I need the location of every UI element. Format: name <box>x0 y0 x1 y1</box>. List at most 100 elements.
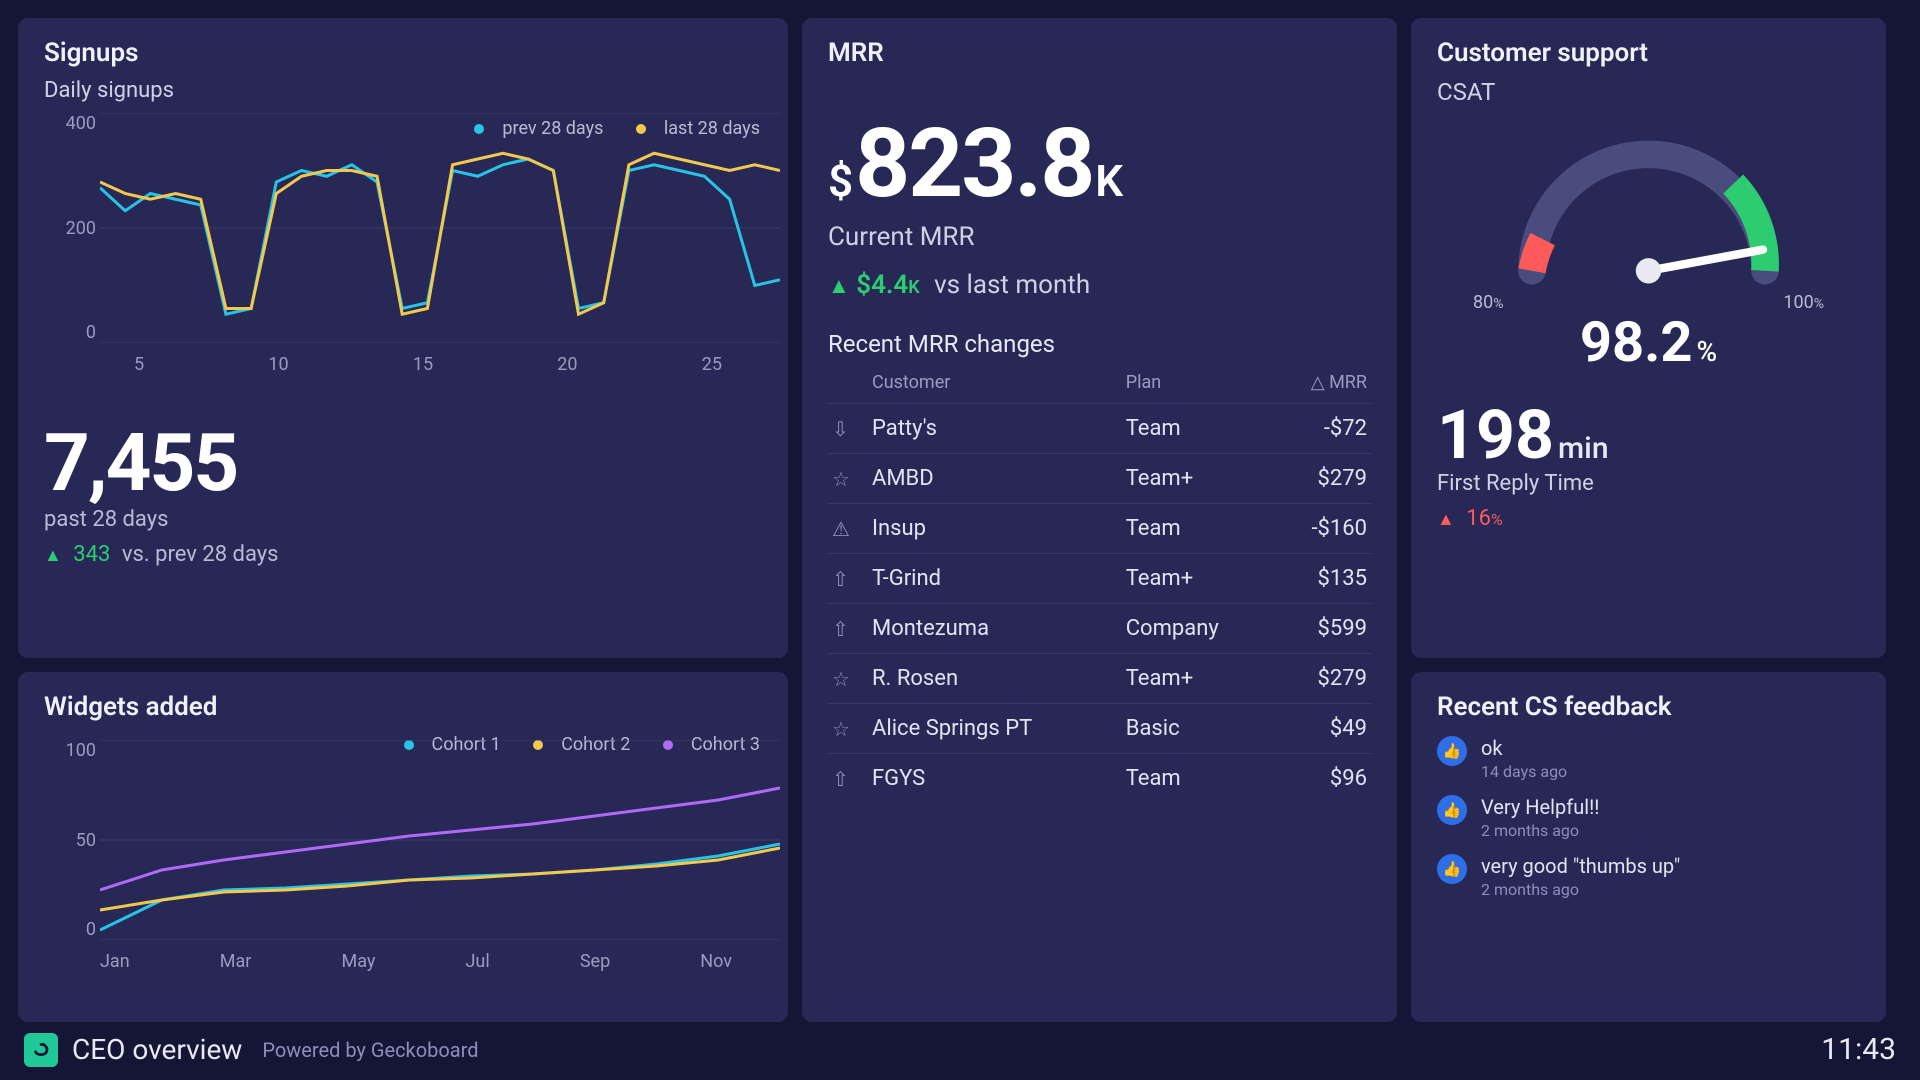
row-status-icon: ⇧ <box>828 554 868 604</box>
gauge-max: 100 <box>1783 292 1813 313</box>
csat-gauge <box>1437 112 1860 292</box>
y-tick: 0 <box>54 919 96 940</box>
row-plan: Team+ <box>1122 454 1274 504</box>
mrr-currency: $ <box>828 155 853 207</box>
row-plan: Team <box>1122 754 1274 804</box>
feedback-time: 14 days ago <box>1481 762 1567 781</box>
frt-block: 198min First Reply Time ▲ 16% <box>1437 401 1860 531</box>
y-tick: 0 <box>54 322 96 343</box>
row-delta: $599 <box>1274 604 1371 654</box>
pct-icon: % <box>1493 296 1503 312</box>
feedback-text: Very Helpful!! <box>1481 795 1599 819</box>
x-tick: 20 <box>557 354 577 375</box>
row-delta: -$160 <box>1274 504 1371 554</box>
csat-label: CSAT <box>1437 78 1860 106</box>
frt-delta: ▲ 16% <box>1437 506 1860 531</box>
row-plan: Team <box>1122 504 1274 554</box>
x-tick: Mar <box>220 951 252 972</box>
up-arrow-icon: ▲ <box>44 545 62 566</box>
table-row: ⇧MontezumaCompany$599 <box>828 604 1371 654</box>
table-row: ⚠InsupTeam-$160 <box>828 504 1371 554</box>
x-tick: 15 <box>413 354 433 375</box>
y-tick: 200 <box>54 218 96 239</box>
list-item: 👍very good "thumbs up"2 months ago <box>1437 854 1860 899</box>
mrr-delta: ▲ $4.4K vs last month <box>828 270 1371 300</box>
table-row: ☆Alice Springs PTBasic$49 <box>828 704 1371 754</box>
widgets-chart <box>100 740 780 940</box>
frt-delta-val: 16 <box>1466 506 1491 531</box>
col-delta: △ MRR <box>1274 366 1371 404</box>
row-customer: Insup <box>868 504 1122 554</box>
row-status-icon: ⇩ <box>828 404 868 454</box>
mrr-title: MRR <box>828 38 1371 68</box>
customer-support-panel: Customer support CSAT 80% 100% 98.2% 198… <box>1411 18 1886 658</box>
mrr-delta-suf: K <box>908 277 919 298</box>
mrr-delta-rest: vs last month <box>934 270 1090 300</box>
signups-total: 7,455 <box>44 423 762 503</box>
up-arrow-icon: ▲ <box>828 274 850 299</box>
col-plan: Plan <box>1122 366 1274 404</box>
frt-delta-suf: % <box>1491 510 1503 529</box>
row-delta: $96 <box>1274 754 1371 804</box>
row-status-icon: ⇧ <box>828 754 868 804</box>
signups-chart-title: Daily signups <box>44 78 762 103</box>
gauge-min: 80 <box>1473 292 1493 313</box>
row-customer: FGYS <box>868 754 1122 804</box>
row-plan: Basic <box>1122 704 1274 754</box>
cs-title: Customer support <box>1437 38 1860 68</box>
table-row: ☆AMBDTeam+$279 <box>828 454 1371 504</box>
x-tick: Jan <box>100 951 130 972</box>
mrr-panel: MRR $ 823.8 K Current MRR ▲ $4.4K vs las… <box>802 18 1397 1022</box>
mrr-suffix: K <box>1095 155 1123 207</box>
feedback-title: Recent CS feedback <box>1437 692 1860 722</box>
row-plan: Company <box>1122 604 1274 654</box>
table-row: ⇧T-GrindTeam+$135 <box>828 554 1371 604</box>
y-tick: 50 <box>54 830 96 851</box>
row-status-icon: ⇧ <box>828 604 868 654</box>
feedback-panel: Recent CS feedback 👍ok14 days ago👍 Very H… <box>1411 672 1886 1022</box>
signups-chart <box>100 113 780 343</box>
table-row: ⇧FGYSTeam$96 <box>828 754 1371 804</box>
frt-label: First Reply Time <box>1437 471 1860 496</box>
list-item: 👍Very Helpful!!2 months ago <box>1437 795 1860 840</box>
row-customer: T-Grind <box>868 554 1122 604</box>
feedback-text: very good "thumbs up" <box>1481 854 1680 878</box>
x-tick: Nov <box>700 951 732 972</box>
mrr-label: Current MRR <box>828 222 1371 252</box>
thumbs-up-icon: 👍 <box>1437 736 1467 766</box>
row-customer: AMBD <box>868 454 1122 504</box>
row-status-icon: ☆ <box>828 654 868 704</box>
signups-delta: ▲ 343 vs. prev 28 days <box>44 542 762 567</box>
signups-title: Signups <box>44 38 762 68</box>
widgets-panel: Widgets added Cohort 1 Cohort 2 Cohort 3… <box>18 672 788 1022</box>
csat-value: 98.2% <box>1437 309 1860 375</box>
y-tick: 400 <box>54 113 96 134</box>
x-tick: Sep <box>580 951 610 972</box>
csat-number: 98.2 <box>1580 309 1693 375</box>
widgets-title: Widgets added <box>44 692 762 722</box>
signups-delta-val: 343 <box>73 542 110 567</box>
mrr-delta-val: 4.4 <box>871 270 908 300</box>
frt-unit: min <box>1558 431 1608 466</box>
x-tick: 5 <box>134 354 144 375</box>
row-plan: Team+ <box>1122 554 1274 604</box>
pct-icon: % <box>1814 296 1824 312</box>
feedback-time: 2 months ago <box>1481 821 1599 840</box>
row-plan: Team <box>1122 404 1274 454</box>
x-tick: Jul <box>466 951 490 972</box>
feedback-time: 2 months ago <box>1481 880 1680 899</box>
row-customer: Patty's <box>868 404 1122 454</box>
row-customer: R. Rosen <box>868 654 1122 704</box>
col-customer: Customer <box>868 366 1122 404</box>
frt-value: 198 <box>1437 395 1554 475</box>
mrr-recent-title: Recent MRR changes <box>828 330 1371 358</box>
list-item: 👍ok14 days ago <box>1437 736 1860 781</box>
up-arrow-icon: ▲ <box>1437 509 1455 530</box>
clock: 11:43 <box>1821 1032 1896 1067</box>
row-status-icon: ☆ <box>828 454 868 504</box>
geckoboard-logo-icon <box>24 1033 58 1067</box>
row-status-icon: ⚠ <box>828 504 868 554</box>
mrr-table: Customer Plan △ MRR ⇩Patty'sTeam-$72☆AMB… <box>828 366 1371 803</box>
row-delta: $135 <box>1274 554 1371 604</box>
mrr-value: $ 823.8 K <box>828 108 1371 220</box>
